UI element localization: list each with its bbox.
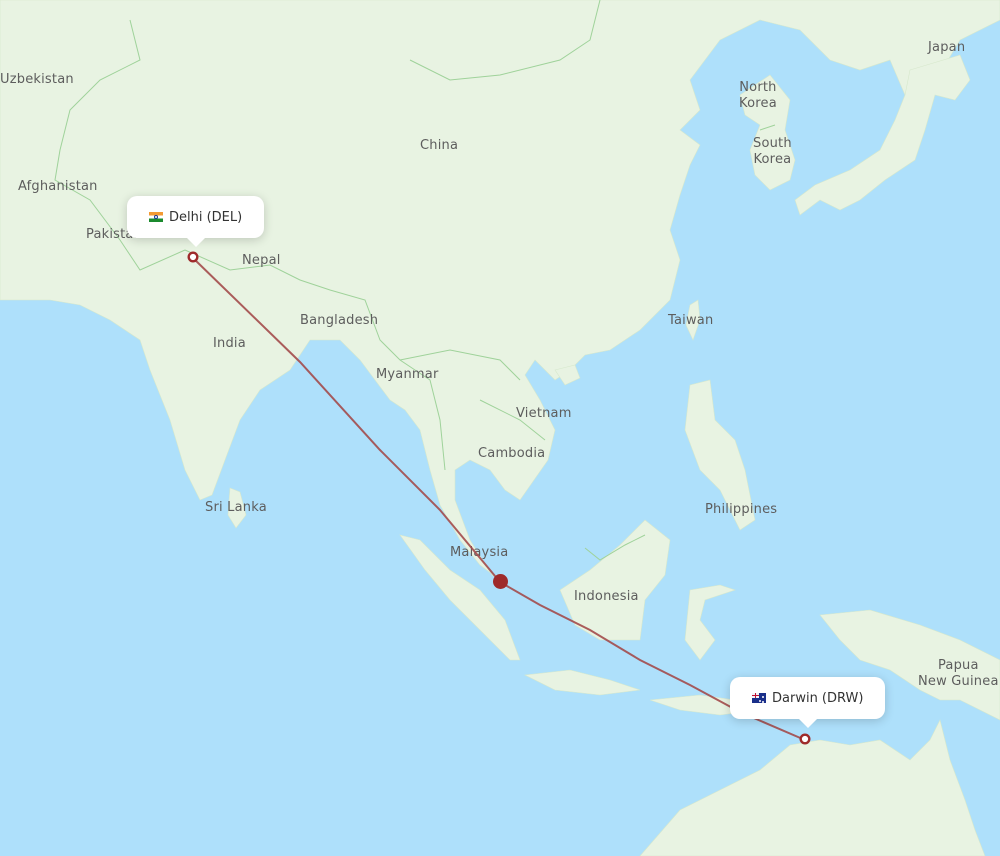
route-line-del-sin bbox=[192, 257, 501, 583]
australia-flag-icon bbox=[752, 693, 766, 703]
destination-pin-icon[interactable] bbox=[799, 733, 811, 745]
route-overlay bbox=[192, 257, 806, 741]
route-map[interactable]: Uzbekistan Afghanistan Pakistan Nepal Ch… bbox=[0, 0, 1000, 856]
origin-tooltip[interactable]: Delhi (DEL) bbox=[127, 196, 265, 247]
destination-label: Darwin (DRW) bbox=[772, 690, 864, 706]
destination-tooltip[interactable]: Darwin (DRW) bbox=[730, 677, 886, 728]
india-flag-icon bbox=[149, 212, 163, 222]
stopover-marker[interactable] bbox=[493, 574, 508, 589]
origin-label: Delhi (DEL) bbox=[169, 209, 243, 225]
origin-pin-icon[interactable] bbox=[187, 251, 199, 263]
